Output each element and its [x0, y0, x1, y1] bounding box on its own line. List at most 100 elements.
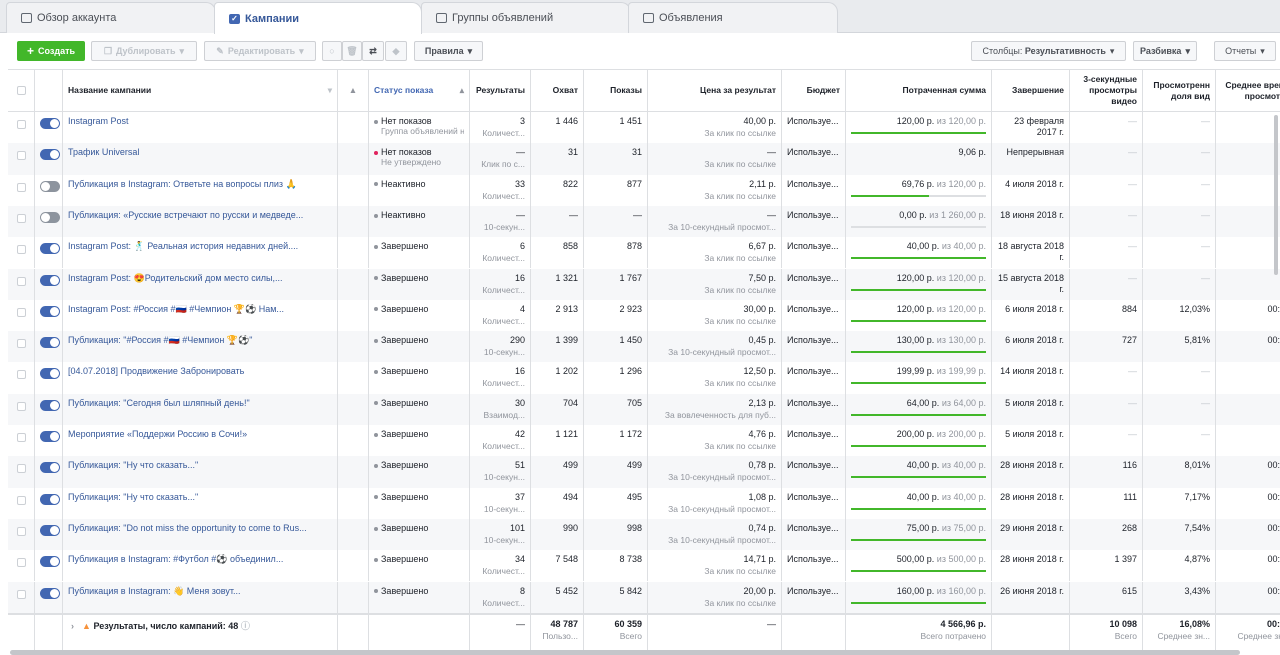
row-checkbox[interactable]	[16, 495, 26, 505]
campaign-toggle[interactable]	[40, 399, 60, 411]
column-header-impressions[interactable]: Показы	[584, 70, 648, 111]
table-row[interactable]: Публикация: «Русские встречают по русски…	[8, 205, 1280, 238]
horizontal-scrollbar[interactable]	[10, 650, 1240, 655]
edit-button[interactable]: ✎ Редактировать ▾	[204, 41, 316, 61]
table-row[interactable]: Публикация в Instagram: #Футбол #⚽ объед…	[8, 550, 1280, 582]
campaign-name-link[interactable]: Публикация: "Do not miss the opportunity…	[68, 523, 307, 533]
row-checkbox[interactable]	[16, 276, 26, 286]
info-icon[interactable]: ⓘ	[241, 621, 250, 631]
delivery-status: Завершено	[381, 303, 429, 314]
ab-test-button[interactable]: ⇄	[362, 41, 384, 61]
campaign-name-link[interactable]: Публикация в Instagram: #Футбол #⚽ объед…	[68, 554, 283, 564]
row-checkbox[interactable]	[16, 433, 26, 442]
campaign-toggle[interactable]	[40, 493, 60, 505]
row-checkbox[interactable]	[16, 589, 26, 599]
column-header-end[interactable]: Завершение	[992, 70, 1070, 111]
column-header-cost-per-result[interactable]: Цена за результат	[648, 70, 782, 111]
row-checkbox[interactable]	[16, 526, 26, 536]
duplicate-button[interactable]: ❐ Дублировать ▾	[91, 41, 197, 61]
campaign-toggle[interactable]	[40, 368, 60, 380]
table-row[interactable]: Публикация: "Do not miss the opportunity…	[8, 518, 1280, 551]
campaign-toggle[interactable]	[40, 149, 60, 161]
table-row[interactable]: Публикация: "#Россия #🇷🇺 #Чемпион 🏆⚽" За…	[8, 331, 1280, 363]
campaign-name-link[interactable]: Мероприятие «Поддержи Россию в Сочи!»	[68, 429, 247, 439]
campaign-name-link[interactable]: Трафик Universal	[68, 147, 139, 157]
campaign-name-link[interactable]: [04.07.2018] Продвижение Забронировать	[68, 366, 244, 376]
row-checkbox[interactable]	[16, 213, 26, 223]
tag-button[interactable]: ◆	[385, 41, 407, 61]
campaign-toggle[interactable]	[40, 243, 60, 255]
row-checkbox[interactable]	[16, 558, 26, 568]
row-checkbox[interactable]	[16, 182, 26, 192]
table-row[interactable]: Публикация: "Сегодня был шляпный день!" …	[8, 393, 1280, 425]
table-row[interactable]: Публикация: "Ну что сказать..." Завершен…	[8, 456, 1280, 488]
rules-button[interactable]: Правила ▾	[414, 41, 483, 61]
table-row[interactable]: Трафик Universal Нет показов Не утвержден…	[8, 143, 1280, 175]
table-row[interactable]: Публикация: "Ну что сказать..." Завершен…	[8, 487, 1280, 519]
refresh-button[interactable]: ○	[322, 41, 342, 61]
campaign-name-link[interactable]: Публикация: "#Россия #🇷🇺 #Чемпион 🏆⚽"	[68, 335, 252, 345]
campaign-name-link[interactable]: Публикация: «Русские встречают по русски…	[68, 210, 303, 220]
campaign-toggle[interactable]	[40, 211, 60, 223]
column-header-warnings[interactable]: ▲	[338, 70, 369, 111]
campaign-name-link[interactable]: Публикация в Instagram: Ответьте на вопр…	[68, 179, 297, 189]
create-button[interactable]: + Создать	[17, 41, 85, 61]
row-checkbox[interactable]	[16, 464, 26, 474]
row-checkbox[interactable]	[16, 245, 26, 255]
table-row[interactable]: Публикация в Instagram: Ответьте на вопр…	[8, 174, 1280, 206]
table-row[interactable]: [04.07.2018] Продвижение Забронировать З…	[8, 362, 1280, 394]
column-header-amount-spent[interactable]: Потраченная сумма	[846, 70, 992, 111]
tab-campaigns[interactable]: ✓ Кампании	[214, 2, 422, 34]
column-header-view-share[interactable]: Просмотренн доля вид	[1143, 70, 1216, 111]
campaign-toggle[interactable]	[40, 305, 60, 317]
expand-icon[interactable]: ›	[71, 621, 74, 631]
campaign-toggle[interactable]	[40, 118, 60, 129]
campaign-name-link[interactable]: Instagram Post: 😍Родительский дом место …	[68, 273, 283, 283]
campaign-name-link[interactable]: Instagram Post: #Россия #🇷🇺 #Чемпион 🏆⚽ …	[68, 304, 284, 314]
row-checkbox[interactable]	[16, 120, 26, 129]
campaign-name-link[interactable]: Публикация: "Ну что сказать..."	[68, 492, 198, 502]
campaign-toggle[interactable]	[40, 274, 60, 286]
delete-button[interactable]: 🗑	[342, 41, 362, 61]
campaign-toggle[interactable]	[40, 180, 60, 192]
campaign-name-link[interactable]: Публикация: "Ну что сказать..."	[68, 460, 198, 470]
row-checkbox[interactable]	[16, 370, 26, 380]
campaign-toggle[interactable]	[40, 524, 60, 536]
tab-ad-sets[interactable]: Группы объявлений	[421, 2, 631, 33]
row-checkbox[interactable]	[16, 307, 26, 317]
table-row[interactable]: Instagram Post: 🕺 Реальная история недав…	[8, 237, 1280, 269]
campaign-name-link[interactable]: Instagram Post: 🕺 Реальная история недав…	[68, 241, 298, 251]
campaign-name-link[interactable]: Публикация в Instagram: 👋 Меня зовут...	[68, 586, 241, 596]
campaign-name-link[interactable]: Instagram Post	[68, 116, 129, 126]
table-row[interactable]: Instagram Post Нет показов Группа объявле…	[8, 112, 1280, 144]
reports-button[interactable]: Отчеты ▾	[1214, 41, 1276, 61]
row-checkbox[interactable]	[16, 401, 26, 411]
column-header-name[interactable]: Название кампании ▾	[63, 70, 338, 111]
delivery-status: Завершено	[381, 397, 429, 408]
column-header-reach[interactable]: Охват	[531, 70, 584, 111]
campaign-toggle[interactable]	[40, 587, 60, 599]
breakdown-button[interactable]: Разбивка ▾	[1133, 41, 1197, 61]
column-header-avg-watch-time[interactable]: Среднее время просмотра	[1216, 70, 1280, 111]
vertical-scrollbar[interactable]	[1274, 115, 1278, 275]
campaign-toggle[interactable]	[40, 556, 60, 568]
select-all-checkbox[interactable]	[16, 86, 26, 95]
column-header-3s-views[interactable]: 3-секундные просмотры видео	[1070, 70, 1143, 111]
row-checkbox[interactable]	[16, 151, 26, 161]
table-row[interactable]: Мероприятие «Поддержи Россию в Сочи!» За…	[8, 425, 1280, 457]
columns-button[interactable]: Столбцы: Результативность ▾	[971, 41, 1126, 61]
column-header-budget[interactable]: Бюджет	[782, 70, 846, 111]
table-row[interactable]: Instagram Post: 😍Родительский дом место …	[8, 268, 1280, 300]
table-row[interactable]: Публикация в Instagram: 👋 Меня зовут... …	[8, 581, 1280, 613]
table-row[interactable]: Instagram Post: #Россия #🇷🇺 #Чемпион 🏆⚽ …	[8, 299, 1280, 332]
column-header-status[interactable]: Статус показа ▴	[369, 70, 470, 111]
row-checkbox[interactable]	[16, 339, 26, 349]
tab-account-overview[interactable]: Обзор аккаунта	[6, 2, 216, 33]
status-dot-icon	[374, 589, 378, 594]
campaign-name-link[interactable]: Публикация: "Сегодня был шляпный день!"	[68, 398, 250, 408]
column-header-results[interactable]: Результаты	[470, 70, 531, 111]
campaign-toggle[interactable]	[40, 431, 60, 442]
campaign-toggle[interactable]	[40, 337, 60, 349]
campaign-toggle[interactable]	[40, 462, 60, 474]
tab-ads[interactable]: Объявления	[628, 2, 838, 33]
